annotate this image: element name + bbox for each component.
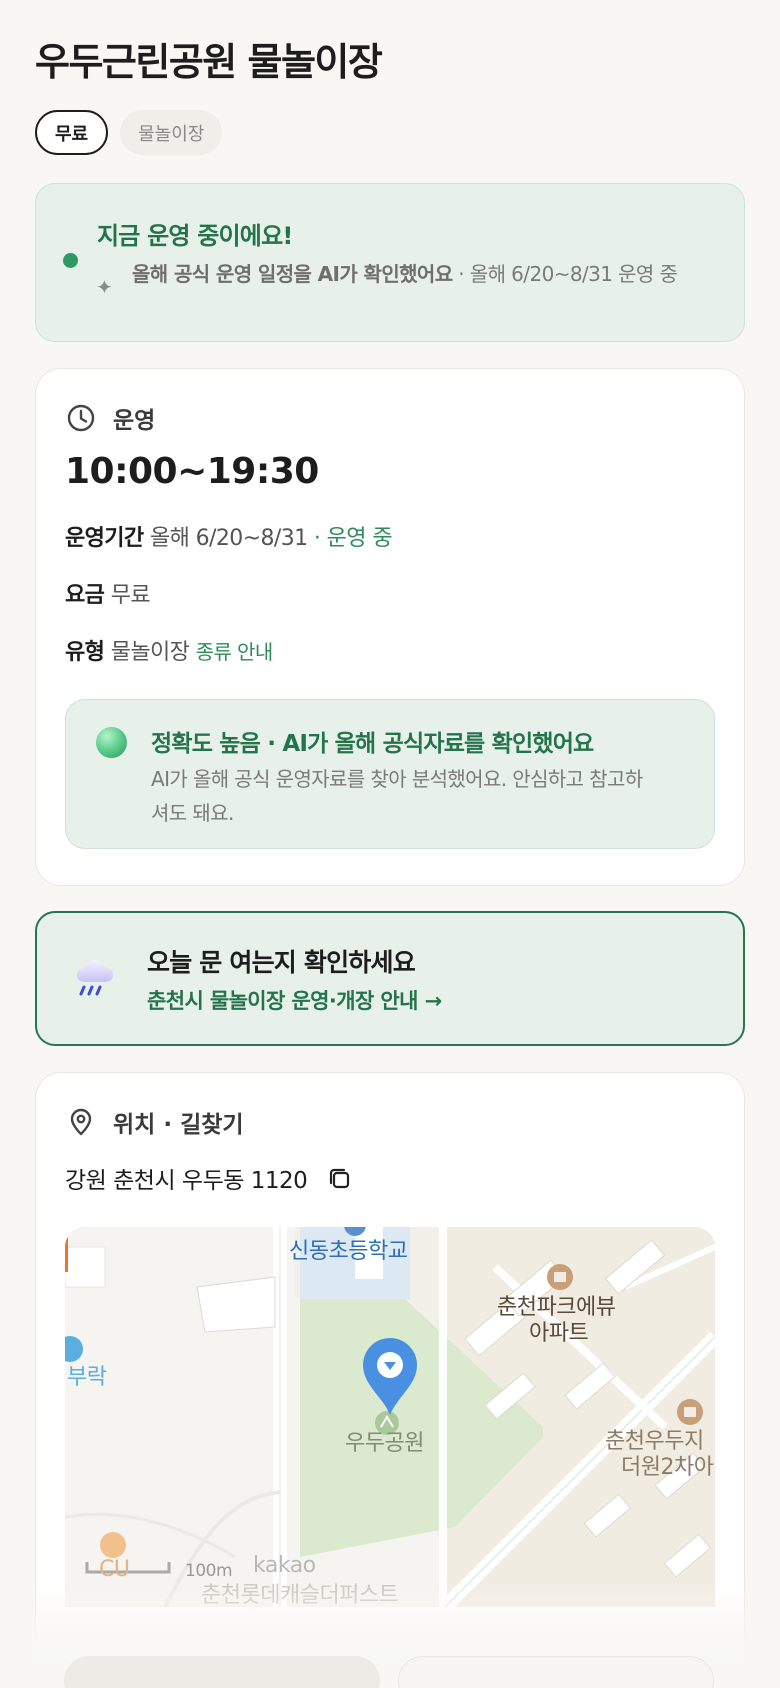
- fee-key: 요금: [65, 583, 105, 608]
- accuracy-description: AI가 올해 공식 운영자료를 찾아 분석했어요. 안심하고 참고하셔도 돼요.: [151, 767, 643, 825]
- location-label: 위치 · 길찾기: [113, 1112, 244, 1138]
- accuracy-box: 정확도 높음 · AI가 올해 공식자료를 확인했어요 AI가 올해 공식 운영…: [65, 699, 715, 849]
- map-label-bottom: 춘천롯데캐슬더퍼스트: [201, 1583, 399, 1607]
- fee-row: 요금 무료: [65, 577, 151, 609]
- operation-header: 운영: [65, 401, 155, 435]
- period-status: 운영 중: [326, 526, 393, 551]
- bottom-action-button[interactable]: [64, 1656, 380, 1688]
- status-card: 지금 운영 중이에요! ✦ 올해 공식 운영 일정을 AI가 확인했어요 · 올…: [35, 183, 745, 342]
- map-view[interactable]: 신동초등학교 춘천파크에뷰 아파트 우두공원 부락 춘천우두지 더원2차아 CU…: [65, 1227, 715, 1607]
- period-row: 운영기간 올해 6/20~8/31 · 운영 중: [65, 520, 393, 552]
- weather-check-card[interactable]: 오늘 문 여는지 확인하세요 춘천시 물놀이장 운영·개장 안내 →: [35, 911, 745, 1046]
- status-dot-icon: [63, 253, 78, 268]
- map-label-apt2-sub: 더원2차아: [621, 1455, 714, 1480]
- chip-waterplay[interactable]: 물놀이장: [120, 110, 223, 155]
- status-subtitle: 올해 공식 운영 일정을 AI가 확인했어요 · 올해 6/20~8/31 운영…: [132, 260, 714, 288]
- clock-icon: [67, 404, 95, 432]
- map-label-school: 신동초등학교: [289, 1239, 408, 1264]
- location-card: 위치 · 길찾기 강원 춘천시 우두동 1120 신동초등학교 춘천파크에뷰 아…: [35, 1072, 745, 1672]
- page-title: 우두근린공원 물놀이장: [35, 40, 383, 84]
- map-brand-logo: kakao: [253, 1553, 316, 1578]
- location-pin-icon: [70, 1108, 92, 1136]
- rain-cloud-icon: [77, 960, 113, 996]
- page: 우두근린공원 물놀이장 무료 물놀이장 지금 운영 중이에요! ✦ 올해 공식 …: [0, 0, 780, 1672]
- fee-value: 무료: [110, 583, 151, 608]
- status-sub-rest: · 올해 6/20~8/31 운영 중: [452, 262, 678, 286]
- status-title: 지금 운영 중이에요!: [97, 222, 293, 250]
- tag-chips: 무료 물놀이장: [35, 110, 745, 155]
- operating-hours: 10:00~19:30: [65, 451, 319, 492]
- address-row: 강원 춘천시 우두동 1120: [65, 1161, 353, 1195]
- copy-icon[interactable]: [325, 1164, 353, 1192]
- map-label-park: 우두공원: [345, 1431, 424, 1456]
- sparkle-icon: ✦: [96, 275, 113, 299]
- status-sub-bold: 올해 공식 운영 일정을 AI가 확인했어요: [132, 262, 453, 286]
- type-row: 유형 물놀이장 종류 안내: [65, 634, 273, 666]
- map-scale-label: 100m: [185, 1561, 233, 1581]
- map-canvas: [65, 1227, 715, 1607]
- period-dot: ·: [307, 526, 327, 551]
- map-label-apt1-sub: 아파트: [529, 1321, 589, 1346]
- period-value: 올해 6/20~8/31: [149, 526, 308, 551]
- chip-free[interactable]: 무료: [35, 110, 109, 155]
- weather-title: 오늘 문 여는지 확인하세요: [147, 948, 416, 977]
- type-key: 유형: [65, 640, 105, 665]
- type-guide-link[interactable]: 종류 안내: [196, 640, 274, 664]
- green-orb-icon: [96, 727, 127, 758]
- map-label-left: 부락: [67, 1365, 107, 1390]
- operation-card: 운영 10:00~19:30 운영기간 올해 6/20~8/31 · 운영 중 …: [35, 368, 745, 886]
- type-value: 물놀이장: [110, 640, 190, 665]
- weather-guide-link[interactable]: 춘천시 물놀이장 운영·개장 안내 →: [147, 985, 442, 1015]
- address-text: 강원 춘천시 우두동 1120: [65, 1168, 308, 1194]
- location-header: 위치 · 길찾기: [65, 1105, 244, 1139]
- period-key: 운영기간: [65, 526, 144, 551]
- accuracy-title: 정확도 높음 · AI가 올해 공식자료를 확인했어요: [151, 731, 594, 757]
- operation-label: 운영: [113, 408, 156, 434]
- map-label-store: CU: [99, 1557, 130, 1582]
- bottom-secondary-button[interactable]: [398, 1656, 714, 1688]
